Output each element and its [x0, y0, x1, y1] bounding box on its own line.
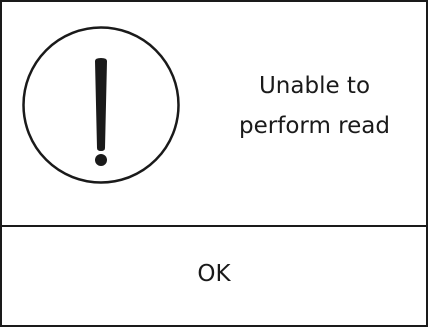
message-line-2: perform read [239, 113, 390, 139]
ok-button[interactable]: OK [2, 227, 426, 325]
exclamation-icon [21, 25, 181, 185]
dialog-content: Unable to perform read [2, 2, 426, 225]
message-line-1: Unable to [258, 73, 371, 99]
dialog-message: Unable to perform read [207, 66, 422, 146]
alert-dialog: Unable to perform read OK [0, 0, 428, 327]
